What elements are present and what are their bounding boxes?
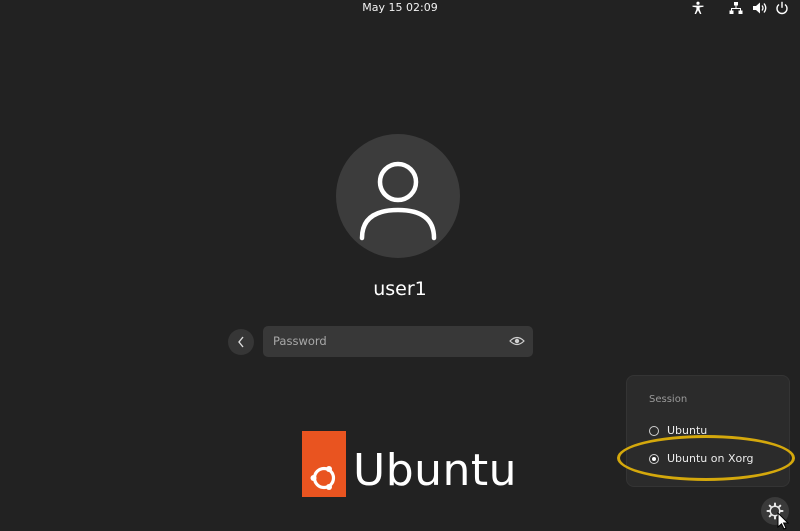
clock[interactable]: May 15 02:09 bbox=[0, 0, 800, 16]
network-icon[interactable] bbox=[729, 1, 743, 15]
user-avatar-icon bbox=[336, 134, 460, 258]
accessibility-icon[interactable] bbox=[691, 1, 705, 15]
session-option-label: Ubuntu bbox=[667, 424, 708, 437]
password-input[interactable]: Password bbox=[263, 326, 533, 357]
back-button[interactable] bbox=[228, 329, 254, 355]
username-label: user1 bbox=[373, 278, 427, 300]
eye-icon[interactable] bbox=[509, 334, 525, 348]
mouse-cursor-icon bbox=[777, 512, 789, 530]
radio-unselected-icon[interactable] bbox=[649, 426, 659, 436]
session-menu: Session Ubuntu Ubuntu on Xorg bbox=[626, 375, 790, 487]
session-option-label: Ubuntu on Xorg bbox=[667, 452, 754, 465]
session-menu-title: Session bbox=[649, 394, 688, 405]
chevron-left-icon bbox=[238, 336, 244, 348]
radio-selected-icon[interactable] bbox=[649, 454, 659, 464]
session-option-ubuntu-on-xorg[interactable]: Ubuntu on Xorg bbox=[649, 450, 785, 468]
session-option-ubuntu[interactable]: Ubuntu bbox=[649, 422, 785, 440]
top-bar: May 15 02:09 bbox=[0, 0, 800, 18]
ubuntu-logo-icon bbox=[302, 431, 346, 497]
power-icon[interactable] bbox=[775, 1, 789, 15]
password-placeholder: Password bbox=[273, 334, 327, 348]
volume-icon[interactable] bbox=[752, 1, 768, 15]
ubuntu-wordmark: Ubuntu bbox=[353, 445, 518, 496]
